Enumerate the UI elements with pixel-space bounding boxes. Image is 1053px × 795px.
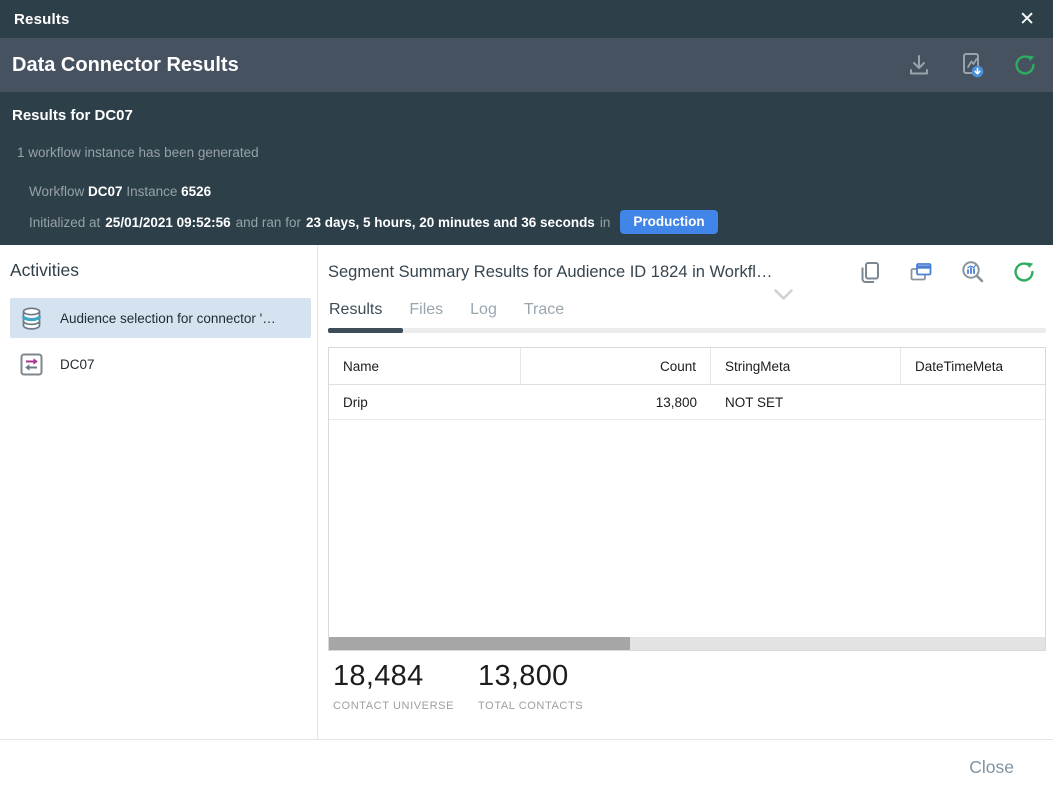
panel-icon-row	[857, 259, 1046, 285]
stat-label: TOTAL CONTACTS	[478, 700, 583, 712]
segment-results-panel: Segment Summary Results for Audience ID …	[318, 245, 1053, 739]
close-icon[interactable]: ✕	[1015, 8, 1039, 31]
stat-value: 18,484	[333, 660, 454, 693]
workflow-name: DC07	[88, 184, 123, 199]
stat-value: 13,800	[478, 660, 583, 693]
results-summary: 1 workflow instance has been generated	[12, 145, 1041, 160]
cell-datetimemeta	[901, 385, 1045, 419]
modal-footer: Close	[0, 740, 1053, 795]
run-line: Initialized at 25/01/2021 09:52:56 and r…	[12, 210, 1041, 234]
cell-name: Drip	[329, 385, 521, 419]
column-header-datetimemeta[interactable]: DateTimeMeta	[901, 348, 1045, 384]
refresh-icon[interactable]	[1013, 53, 1037, 77]
connector-transfer-icon	[18, 351, 45, 378]
activities-heading: Activities	[10, 260, 311, 281]
scrollbar-thumb[interactable]	[329, 637, 630, 650]
report-download-icon[interactable]	[958, 51, 986, 79]
results-heading: Results for DC07	[12, 92, 1041, 124]
instance-number: 6526	[181, 184, 211, 199]
tab-files[interactable]: Files	[409, 301, 443, 319]
modal-titlebar: Results ✕	[0, 0, 1053, 38]
results-table: Name Count StringMeta DateTimeMeta Drip …	[328, 347, 1046, 651]
activity-item-label: Audience selection for connector '…	[60, 311, 276, 326]
workflow-label: Workflow	[29, 184, 84, 199]
cell-count: 13,800	[521, 385, 711, 419]
tab-log[interactable]: Log	[470, 301, 497, 319]
cell-stringmeta: NOT SET	[711, 385, 901, 419]
results-modal: Results ✕ Data Connector Results	[0, 0, 1053, 795]
panel-title: Segment Summary Results for Audience ID …	[328, 263, 857, 282]
close-button[interactable]: Close	[969, 757, 1014, 778]
activity-item-audience-selection[interactable]: Audience selection for connector '…	[10, 298, 311, 338]
run-duration: 23 days, 5 hours, 20 minutes and 36 seco…	[306, 215, 595, 230]
activity-item-dc07[interactable]: DC07	[10, 344, 311, 384]
download-icon[interactable]	[907, 53, 931, 77]
summary-stats: 18,484 CONTACT UNIVERSE 13,800 TOTAL CON…	[328, 660, 1046, 712]
page-header: Data Connector Results	[0, 38, 1053, 92]
ran-for-label: and ran for	[236, 215, 301, 230]
page-title: Data Connector Results	[12, 54, 907, 77]
horizontal-scrollbar	[329, 637, 1045, 650]
instance-label: Instance	[126, 184, 177, 199]
tab-trace[interactable]: Trace	[524, 301, 564, 319]
refresh-icon[interactable]	[1012, 260, 1036, 284]
search-chart-icon[interactable]	[960, 259, 986, 285]
content-area: Activities Audience selection for connec…	[0, 245, 1053, 740]
workflow-line: Workflow DC07 Instance 6526	[12, 184, 1041, 199]
tab-results[interactable]: Results	[329, 301, 382, 319]
initialized-label: Initialized at	[29, 215, 100, 230]
stat-contact-universe: 18,484 CONTACT UNIVERSE	[333, 660, 454, 712]
in-label: in	[600, 215, 611, 230]
database-icon	[18, 305, 45, 332]
cascade-windows-icon[interactable]	[908, 259, 934, 285]
table-empty-space	[329, 420, 1045, 637]
results-info-section: Results for DC07 1 workflow instance has…	[0, 92, 1053, 245]
column-header-count[interactable]: Count	[521, 348, 711, 384]
stat-total-contacts: 13,800 TOTAL CONTACTS	[478, 660, 583, 712]
initialized-datetime: 25/01/2021 09:52:56	[105, 215, 230, 230]
activity-item-label: DC07	[60, 357, 95, 372]
table-header-row: Name Count StringMeta DateTimeMeta	[329, 348, 1045, 385]
header-icon-row	[907, 51, 1037, 79]
column-header-name[interactable]: Name	[329, 348, 521, 384]
column-header-stringmeta[interactable]: StringMeta	[711, 348, 901, 384]
modal-title: Results	[14, 11, 70, 28]
tab-underline-track	[328, 328, 1046, 333]
activities-sidebar: Activities Audience selection for connec…	[0, 245, 318, 739]
environment-badge: Production	[620, 210, 717, 234]
results-tabs: Results Files Log Trace	[328, 301, 1046, 319]
panel-header: Segment Summary Results for Audience ID …	[328, 259, 1046, 285]
active-tab-indicator	[328, 328, 403, 333]
copy-icon[interactable]	[857, 260, 882, 285]
table-row[interactable]: Drip 13,800 NOT SET	[329, 385, 1045, 420]
stat-label: CONTACT UNIVERSE	[333, 700, 454, 712]
